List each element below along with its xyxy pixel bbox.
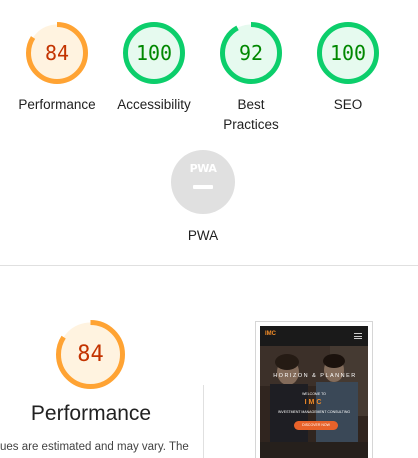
performance-gauge[interactable]: 84 xyxy=(24,20,90,86)
pwa-badge-text: PWA xyxy=(189,162,217,175)
seo-label: SEO xyxy=(333,97,363,112)
best-practices-label: Best Practices xyxy=(201,95,301,135)
screenshot-brand: IMC xyxy=(304,399,324,406)
pwa-badge[interactable]: PWA xyxy=(171,150,235,214)
performance-detail-title: Performance xyxy=(30,402,152,425)
screenshot-cta-button: DISCOVER NOW xyxy=(294,421,338,430)
hamburger-menu-icon xyxy=(354,333,362,339)
screenshot-topbar: IMC xyxy=(260,326,368,346)
section-divider xyxy=(0,265,418,266)
page-screenshot-thumbnail[interactable]: IMC HORIZON & PLANNER WELCOME TO IMC INV… xyxy=(255,321,373,458)
screenshot-subtitle: INVESTMENT MANAGEMENT CONSULTING xyxy=(277,410,351,414)
accessibility-gauge[interactable]: 100 xyxy=(121,20,187,86)
best-practices-gauge[interactable]: 92 xyxy=(218,20,284,86)
performance-label: Performance xyxy=(18,97,96,112)
pwa-label: PWA xyxy=(187,228,219,243)
accessibility-label: Accessibility xyxy=(117,97,191,112)
screenshot-hero-title: HORIZON & PLANNER xyxy=(273,373,357,379)
screenshot-viewport: IMC HORIZON & PLANNER WELCOME TO IMC INV… xyxy=(260,326,368,458)
seo-gauge[interactable]: 100 xyxy=(315,20,381,86)
best-practices-label-line1: Best xyxy=(237,97,265,112)
detail-vertical-divider xyxy=(203,385,204,458)
best-practices-label-line2: Practices xyxy=(223,117,279,132)
performance-score: 84 xyxy=(44,41,70,65)
best-practices-score: 92 xyxy=(238,41,264,65)
screenshot-welcome: WELCOME TO xyxy=(302,392,326,396)
accessibility-score: 100 xyxy=(135,41,173,65)
performance-detail-gauge: 84 xyxy=(54,318,127,391)
estimate-note: ues are estimated and may vary. The xyxy=(0,441,189,453)
screenshot-logo: IMC xyxy=(265,331,276,337)
performance-detail-score: 84 xyxy=(77,342,104,367)
pwa-badge-circle xyxy=(171,150,235,214)
seo-score: 100 xyxy=(329,41,367,65)
